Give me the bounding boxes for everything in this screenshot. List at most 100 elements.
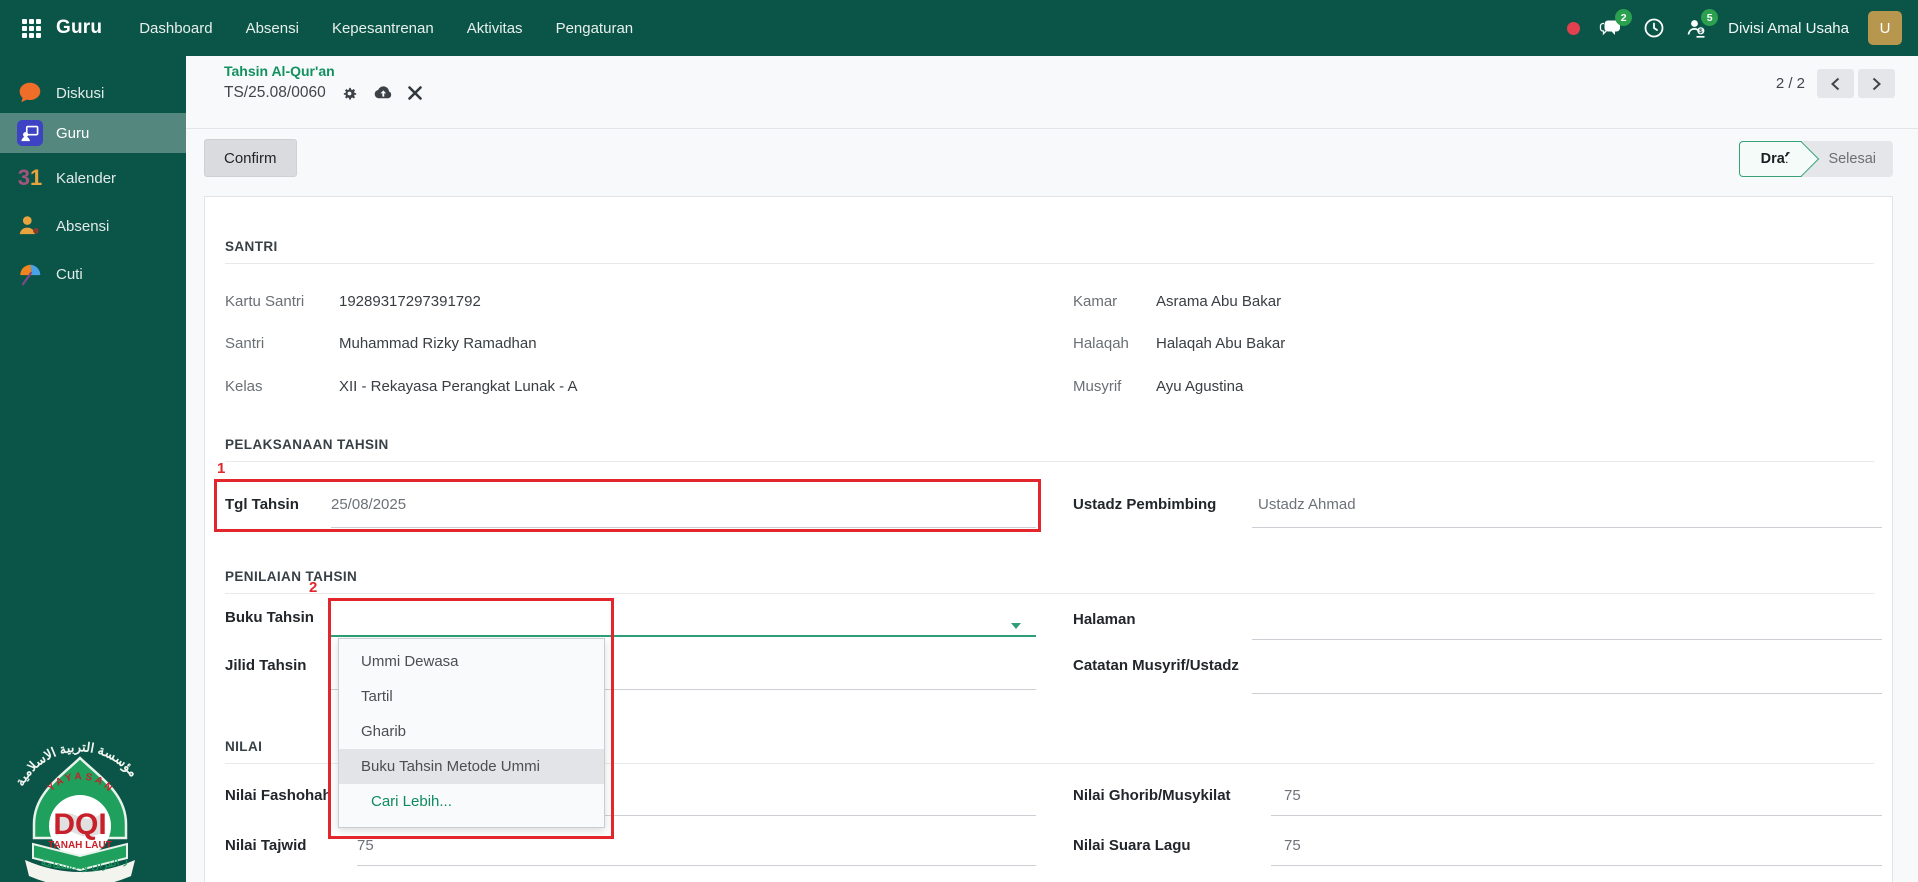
ustadz-pembimbing-input[interactable]: Ustadz Ahmad bbox=[1258, 496, 1356, 513]
santri-label: Santri bbox=[225, 335, 264, 352]
halaman-label: Halaman bbox=[1073, 611, 1136, 628]
menu-absensi[interactable]: Absensi bbox=[246, 20, 299, 37]
dropdown-search-more[interactable]: Cari Lebih... bbox=[339, 784, 604, 819]
dropdown-option-gharib[interactable]: Gharib bbox=[339, 714, 604, 749]
ustadz-pembimbing-label: Ustadz Pembimbing bbox=[1073, 496, 1216, 513]
sidebar-label: Cuti bbox=[56, 266, 83, 283]
halaqah-label: Halaqah bbox=[1073, 335, 1129, 352]
calendar-31-icon: 31 bbox=[17, 165, 43, 191]
school-logo: مؤسسة التربية الاسلامية YAYASAN DQI TANA… bbox=[5, 726, 155, 882]
sidebar-item-guru[interactable]: Guru bbox=[0, 113, 186, 153]
buku-tahsin-dropdown-caret[interactable] bbox=[1011, 623, 1021, 629]
messages-badge: 2 bbox=[1615, 9, 1632, 26]
musyrif-label: Musyrif bbox=[1073, 378, 1121, 395]
menu-dashboard[interactable]: Dashboard bbox=[139, 20, 212, 37]
navbar-menus: Dashboard Absensi Kepesantrenan Aktivita… bbox=[139, 20, 633, 37]
nilai-fashohah-label: Nilai Fashohah bbox=[225, 787, 332, 804]
sales-notification-icon[interactable]: $ 5 bbox=[1685, 16, 1709, 40]
dropdown-option-tartil[interactable]: Tartil bbox=[339, 679, 604, 714]
menu-pengaturan[interactable]: Pengaturan bbox=[556, 20, 634, 37]
systray: 2 $ 5 Divisi Amal Usaha U bbox=[1567, 11, 1918, 45]
tgl-tahsin-label: Tgl Tahsin bbox=[225, 496, 299, 513]
sidebar: Diskusi Guru 31 Kalender Absensi Cuti bbox=[0, 56, 186, 882]
person-attendance-icon bbox=[17, 213, 43, 239]
status-draft[interactable]: Draft bbox=[1739, 141, 1803, 177]
form-sheet: SANTRI Kartu Santri 19289317297391792 Sa… bbox=[204, 196, 1893, 882]
app-screen: Guru Dashboard Absensi Kepesantrenan Akt… bbox=[0, 0, 1918, 882]
sidebar-item-kalender[interactable]: 31 Kalender bbox=[0, 158, 186, 198]
breadcrumb-parent-link[interactable]: Tahsin Al-Qur'an bbox=[224, 63, 422, 79]
buku-tahsin-label: Buku Tahsin bbox=[225, 609, 314, 626]
nilai-ghorib-label: Nilai Ghorib/Musykilat bbox=[1073, 787, 1231, 804]
halaman-input[interactable] bbox=[1252, 639, 1882, 640]
sales-badge: 5 bbox=[1701, 9, 1718, 26]
pager-next-button[interactable] bbox=[1858, 69, 1895, 98]
kartu-santri-label: Kartu Santri bbox=[225, 293, 304, 310]
tgl-tahsin-input[interactable]: 25/08/2025 bbox=[331, 496, 406, 513]
kamar-value: Asrama Abu Bakar bbox=[1156, 293, 1281, 310]
confirm-button[interactable]: Confirm bbox=[204, 139, 297, 177]
sidebar-label: Kalender bbox=[56, 170, 116, 187]
record-pager: 2 / 2 bbox=[1776, 69, 1895, 98]
action-gear-icon[interactable] bbox=[341, 85, 358, 102]
buku-tahsin-dropdown-menu: Ummi Dewasa Tartil Gharib Buku Tahsin Me… bbox=[338, 638, 605, 828]
control-panel: Tahsin Al-Qur'an TS/25.08/0060 2 / 2 bbox=[186, 56, 1918, 129]
nilai-suara-label: Nilai Suara Lagu bbox=[1073, 837, 1191, 854]
pager-count: 2 / 2 bbox=[1776, 75, 1805, 92]
section-title-santri: SANTRI bbox=[225, 239, 1874, 264]
activities-clock-icon[interactable] bbox=[1642, 16, 1666, 40]
sidebar-item-diskusi[interactable]: Diskusi bbox=[0, 73, 186, 113]
nilai-ghorib-input[interactable] bbox=[1271, 815, 1882, 816]
cloud-save-icon[interactable] bbox=[373, 85, 393, 101]
app-name: Guru bbox=[56, 17, 102, 39]
section-title-pelaksanaan: PELAKSANAAN TAHSIN bbox=[225, 437, 1874, 462]
annotation-step-1: 1 bbox=[217, 460, 225, 477]
kamar-label: Kamar bbox=[1073, 293, 1117, 310]
statusbar: Draft Selesai bbox=[1739, 141, 1893, 177]
dropdown-option-buku-tahsin-metode-ummi[interactable]: Buku Tahsin Metode Ummi bbox=[339, 749, 604, 784]
umbrella-leave-icon bbox=[17, 261, 43, 287]
ustadz-pembimbing-underline[interactable] bbox=[1252, 527, 1882, 528]
nilai-tajwid-input[interactable] bbox=[357, 865, 1036, 866]
catatan-input[interactable] bbox=[1252, 693, 1882, 694]
section-title-penilaian: PENILAIAN TAHSIN bbox=[225, 569, 1874, 594]
pager-previous-button[interactable] bbox=[1817, 69, 1854, 98]
halaqah-value: Halaqah Abu Bakar bbox=[1156, 335, 1285, 352]
button-row: Confirm Draft Selesai bbox=[186, 130, 1918, 196]
catatan-label: Catatan Musyrif/Ustadz bbox=[1073, 657, 1239, 674]
user-avatar[interactable]: U bbox=[1868, 11, 1902, 45]
dropdown-option-ummi-dewasa[interactable]: Ummi Dewasa bbox=[339, 644, 604, 679]
sidebar-item-absensi[interactable]: Absensi bbox=[0, 206, 186, 246]
sidebar-label: Guru bbox=[56, 125, 89, 142]
musyrif-value: Ayu Agustina bbox=[1156, 378, 1243, 395]
discard-x-icon[interactable] bbox=[408, 86, 422, 100]
company-switcher[interactable]: Divisi Amal Usaha bbox=[1728, 20, 1849, 37]
breadcrumb-current: TS/25.08/0060 bbox=[224, 84, 326, 102]
logo-dqi-text: DQI bbox=[53, 808, 106, 841]
santri-value: Muhammad Rizky Ramadhan bbox=[339, 335, 537, 352]
kelas-value: XII - Rekayasa Perangkat Lunak - A bbox=[339, 378, 577, 395]
messages-icon[interactable]: 2 bbox=[1599, 16, 1623, 40]
chat-bubble-icon bbox=[17, 80, 43, 106]
nilai-suara-value[interactable]: 75 bbox=[1284, 837, 1301, 854]
tgl-tahsin-underline[interactable] bbox=[331, 527, 1036, 528]
menu-aktivitas[interactable]: Aktivitas bbox=[467, 20, 523, 37]
breadcrumb: Tahsin Al-Qur'an TS/25.08/0060 bbox=[224, 63, 422, 102]
sidebar-label: Absensi bbox=[56, 218, 109, 235]
nilai-ghorib-value[interactable]: 75 bbox=[1284, 787, 1301, 804]
nilai-tajwid-label: Nilai Tajwid bbox=[225, 837, 306, 854]
kelas-label: Kelas bbox=[225, 378, 263, 395]
kartu-santri-value: 19289317297391792 bbox=[339, 293, 481, 310]
apps-grid-icon[interactable] bbox=[22, 19, 41, 38]
nilai-suara-input[interactable] bbox=[1271, 865, 1882, 866]
nilai-tajwid-value[interactable]: 75 bbox=[357, 837, 374, 854]
jilid-tahsin-label: Jilid Tahsin bbox=[225, 657, 306, 674]
top-navbar: Guru Dashboard Absensi Kepesantrenan Akt… bbox=[0, 0, 1918, 56]
annotation-step-2: 2 bbox=[309, 579, 317, 596]
teacher-board-icon bbox=[17, 120, 43, 146]
sidebar-item-cuti[interactable]: Cuti bbox=[0, 254, 186, 294]
recording-indicator-dot bbox=[1567, 22, 1580, 35]
menu-kepesantrenan[interactable]: Kepesantrenan bbox=[332, 20, 434, 37]
buku-tahsin-input[interactable] bbox=[331, 635, 1036, 637]
sidebar-label: Diskusi bbox=[56, 85, 104, 102]
